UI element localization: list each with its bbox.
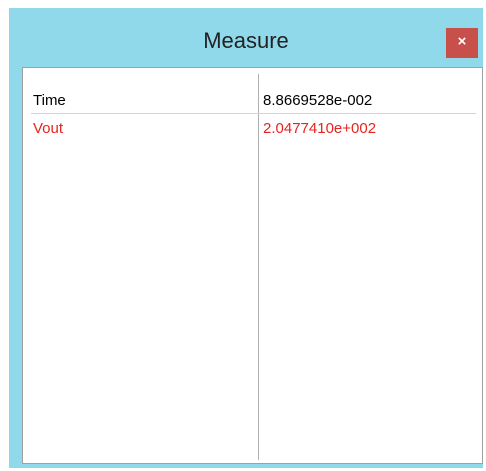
measurement-list: Time 8.8669528e-002 Vout 2.0477410e+002 [22,67,483,464]
measurement-row-time[interactable]: Time 8.8669528e-002 [23,90,482,112]
row-separator [31,113,476,114]
title-bar[interactable]: Measure × [9,8,483,66]
measurement-name: Vout [33,120,64,137]
measurement-name: Time [33,92,66,109]
measure-window: Measure × Time 8.8669528e-002 Vout 2.047… [9,8,483,468]
measurement-value: 8.8669528e-002 [263,92,373,109]
measurement-row-vout[interactable]: Vout 2.0477410e+002 [23,118,482,140]
window-title: Measure [203,28,289,53]
close-button[interactable]: × [446,28,478,58]
measurement-value: 2.0477410e+002 [263,120,377,137]
close-icon: × [457,33,467,50]
